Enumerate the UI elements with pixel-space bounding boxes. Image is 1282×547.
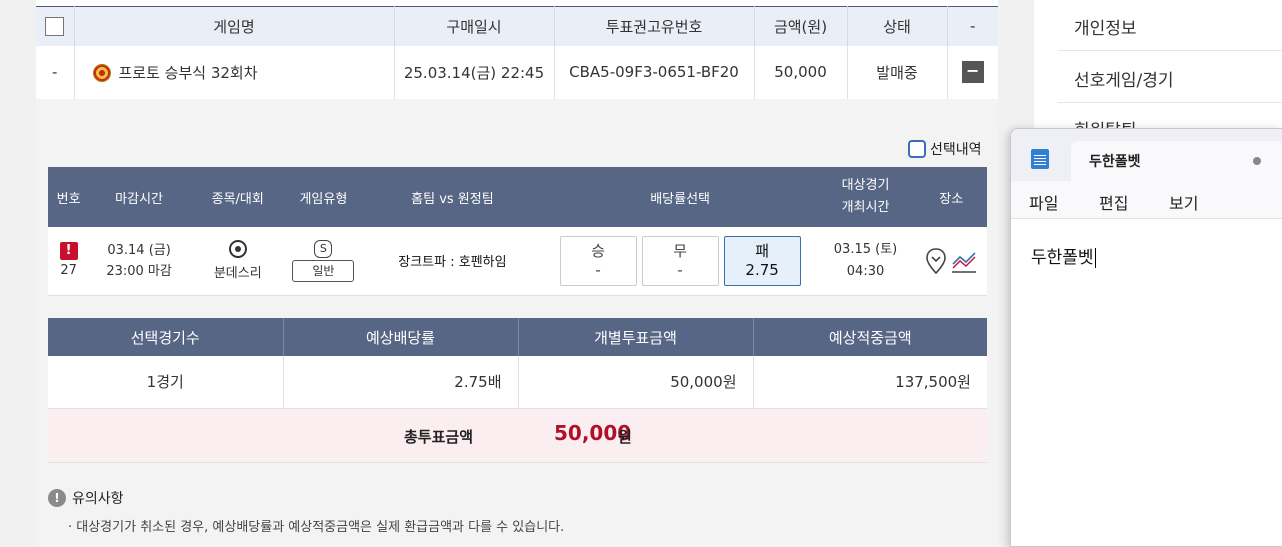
game-number: 27 [60,262,77,278]
odds-draw-button[interactable]: 무 - [641,235,719,286]
menu-divider [1058,102,1282,103]
location-pin-icon[interactable] [925,247,947,275]
match-date: 03.15 (토) [833,241,898,257]
ticket-id: CBA5-09F3-0651-BF20 [554,45,755,100]
text-caret [1094,248,1096,268]
target-icon [92,64,111,83]
notepad-tab[interactable]: 두한폴벳 [1071,141,1282,181]
status: 발매중 [847,45,948,100]
deadline-cell: 03.14 (금) 23:00 마감 [89,227,189,296]
odds-label: 무 [673,241,688,260]
col-selected-games: 선택경기수 [48,318,284,356]
notepad-text-area[interactable]: 두한폴벳 [1031,243,1096,268]
col-match-time-line1: 대상경기 [841,178,890,193]
col-number: 번호 [48,167,90,227]
odds-value: - [595,260,601,279]
notepad-window: 두한폴벳 파일 편집 보기 두한폴벳 [1010,128,1282,547]
col-sport: 종목/대회 [188,167,287,227]
teams: 장크트파 : 호펜하임 [360,227,545,296]
sport-league: 분데스리 [213,266,262,282]
purchase-table: 게임명 구매일시 투표권고유번호 금액(원) 상태 - - 프로토 승부식 32… [36,6,998,100]
venue-cell [915,227,987,296]
menu-preferred-games[interactable]: 선호게임/경기 [1074,66,1174,91]
selection-history-toggle[interactable]: 선택내역 [908,139,982,159]
game-name-cell[interactable]: 프로토 승부식 32회차 [74,45,395,100]
selection-history-checkbox[interactable] [908,140,926,158]
info-icon: ! [48,489,66,507]
notepad-app-icon [1031,149,1049,169]
menu-personal-info[interactable]: 개인정보 [1074,14,1137,39]
match-time-cell: 03.15 (토) 04:30 [815,227,916,296]
odds-cell: 승 - 무 - 패 2.75 [544,227,816,296]
game-type-cell: S 일반 [286,227,361,296]
warning-icon: ! [59,241,78,260]
col-expected-payout: 예상적중금액 [753,318,987,356]
selection-history-label: 선택내역 [930,142,982,158]
table-row: 1경기 2.75배 50,000원 137,500원 [48,356,987,409]
menu-divider [1058,50,1282,51]
odds-value: - [677,260,683,279]
game-name: 프로토 승부식 32회차 [118,63,258,82]
number-cell: ! 27 [48,227,90,296]
purchase-date: 25.03.14(금) 22:45 [394,45,555,100]
bet-amount: 50,000원 [518,356,754,409]
col-bet-amount: 개별투표금액 [518,318,754,356]
game-table: 번호 마감시간 종목/대회 게임유형 홈팀 vs 원정팀 배당률선택 대상경기 … [48,167,987,296]
col-match-time-line2: 개최시간 [841,200,890,215]
col-status: 상태 [847,6,948,46]
col-expected-odds: 예상배당률 [283,318,519,356]
col-odds: 배당률선택 [544,167,816,227]
summary-table: 선택경기수 예상배당률 개별투표금액 예상적중금액 1경기 2.75배 50,0… [48,318,987,409]
row-index: - [36,45,75,100]
select-all-header [36,6,75,46]
col-purchase-date: 구매일시 [394,6,555,46]
total-row: 총투표금액 50,000 원 [48,409,987,463]
table-row: - 프로토 승부식 32회차 25.03.14(금) 22:45 CBA5-09… [36,45,998,100]
deadline-time: 23:00 마감 [106,263,172,279]
col-ticket-id: 투표권고유번호 [554,6,755,46]
col-game-name: 게임명 [74,6,395,46]
sport-cell: 분데스리 [188,227,287,296]
match-time: 04:30 [846,263,885,279]
type-letter-icon: S [314,239,333,258]
type-badge: 일반 [292,259,355,282]
menu-view[interactable]: 보기 [1169,190,1198,214]
stats-chart-icon[interactable] [951,248,977,274]
collapse-button[interactable]: − [961,61,984,84]
amount: 50,000 [754,45,848,100]
menu-file[interactable]: 파일 [1029,190,1058,214]
menu-edit[interactable]: 편집 [1099,190,1128,214]
col-match-time: 대상경기 개최시간 [815,167,916,227]
notepad-titlebar: 두한폴벳 [1011,129,1282,181]
unsaved-dot-icon[interactable] [1253,157,1261,165]
col-deadline: 마감시간 [89,167,189,227]
expected-payout: 137,500원 [753,356,987,409]
deadline-date: 03.14 (금) [107,242,171,258]
odds-label: 승 [591,241,606,260]
expected-odds: 2.75배 [283,356,519,409]
main-content: 게임명 구매일시 투표권고유번호 금액(원) 상태 - - 프로토 승부식 32… [36,0,998,547]
col-teams: 홈팀 vs 원정팀 [360,167,545,227]
notepad-tab-title: 두한폴벳 [1089,154,1141,170]
notepad-content: 두한폴벳 [1031,248,1094,268]
notepad-menubar: 파일 편집 보기 [1011,181,1282,219]
notice-text: · 대상경기가 취소된 경우, 예상배당률과 예상적중금액은 실제 환급금액과 … [68,520,565,535]
total-unit: 원 [618,428,632,446]
col-game-type: 게임유형 [286,167,361,227]
odds-label: 패 [755,241,770,260]
notice-title-text: 유의사항 [72,491,124,507]
col-toggle: - [947,6,998,46]
soccer-ball-icon [228,240,247,259]
odds-value: 2.75 [745,260,779,279]
col-venue: 장소 [915,167,987,227]
odds-lose-button[interactable]: 패 2.75 [723,235,801,286]
notice-title: ! 유의사항 [48,488,124,508]
select-all-checkbox[interactable] [45,16,65,36]
odds-win-button[interactable]: 승 - [559,235,637,286]
table-row: ! 27 03.14 (금) 23:00 마감 분데스리 S 일반 장크트파 :… [48,227,987,296]
total-label: 총투표금액 [404,428,474,446]
col-amount: 금액(원) [754,6,848,46]
collapse-cell: − [947,45,998,100]
selected-games: 1경기 [48,356,284,409]
